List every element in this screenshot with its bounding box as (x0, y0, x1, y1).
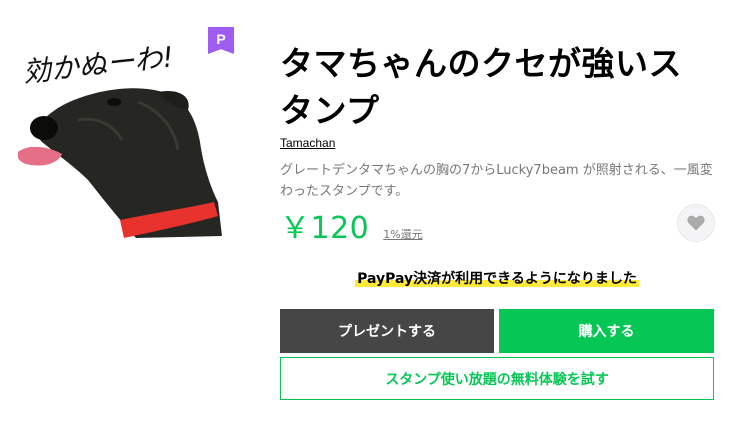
sticker-caption: 効かぬーわ! (21, 40, 175, 89)
heart-icon (687, 215, 705, 231)
author-link[interactable]: Tamachan (280, 136, 335, 150)
points-link[interactable]: 1%還元 (383, 226, 422, 242)
premium-badge-label: P (216, 31, 226, 47)
favorite-button[interactable] (677, 204, 715, 242)
price-value: ￥120 (280, 211, 370, 246)
sticker-image[interactable]: 効かぬーわ! (18, 30, 234, 244)
product-title: タマちゃんのクセが強いスタンプ (280, 44, 682, 130)
free-trial-button[interactable]: スタンプ使い放題の無料体験を試す (280, 357, 714, 400)
product-description: グレートデンタマちゃんの胸の7からLucky7beam が照射される、一風変わっ… (280, 163, 713, 199)
dog-sticker-illustration: 効かぬーわ! (18, 40, 223, 239)
sticker-product-page: 効かぬーわ! P タマちゃんのクセが強いスタンプ Tamachan グレートデン… (0, 0, 739, 426)
price-row: ￥120 1%還元 (280, 203, 423, 247)
paypay-notice: PayPay決済が利用できるようになりました (280, 268, 714, 288)
gift-button[interactable]: プレゼントする (280, 309, 494, 353)
paypay-notice-text: PayPay決済が利用できるようになりました (355, 271, 639, 287)
buy-button[interactable]: 購入する (499, 309, 714, 353)
